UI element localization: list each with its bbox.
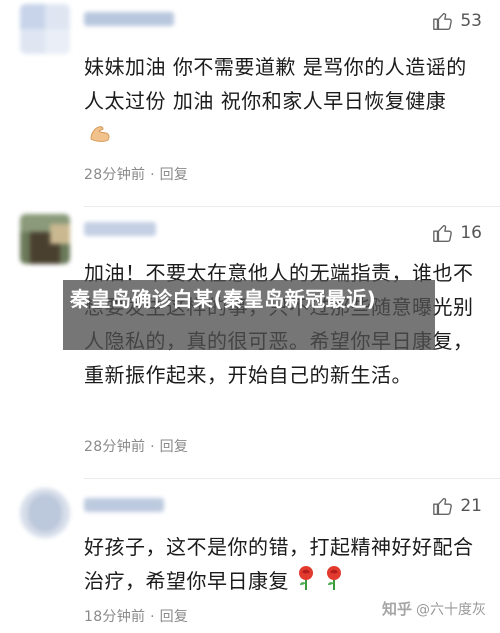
like-button[interactable]: 16 [432,222,482,244]
avatar[interactable] [20,214,70,264]
thumbs-up-icon [433,497,453,515]
rose-icon [295,565,317,601]
comment-meta[interactable]: 18分钟前 · 回复 [84,606,188,626]
like-count: 16 [460,223,482,243]
username-blurred[interactable] [84,498,164,512]
screenshot-page: 53 妹妹加油 你不需要道歉 是骂你的人造谣的人太过份 加油 祝你和家人早日恢复… [0,0,500,633]
divider [84,206,500,207]
like-button[interactable]: 21 [432,495,482,517]
watermark-handle: @六十度灰 [416,601,486,618]
watermark: 知乎 @六十度灰 [382,598,486,619]
rose-icon [323,565,345,601]
thumbs-up-icon [433,12,453,30]
avatar[interactable] [20,4,70,54]
comment-text: 妹妹加油 你不需要道歉 是骂你的人造谣的人太过份 加油 祝你和家人早日恢复健康 [84,50,474,154]
overlay-title: 秦皇岛确诊白某(秦皇岛新冠最近) [70,287,377,311]
like-count: 53 [460,11,482,31]
brand-logo: 知乎 [381,600,412,618]
divider [84,478,500,479]
username-blurred[interactable] [84,12,174,26]
flexed-biceps-icon [88,120,112,154]
comment-text-content: 妹妹加油 你不需要道歉 是骂你的人造谣的人太过份 加油 祝你和家人早日恢复健康 [84,55,467,113]
thumbs-up-icon [433,224,453,242]
like-count: 21 [460,496,482,516]
username-blurred[interactable] [84,222,156,236]
like-button[interactable]: 53 [432,10,482,32]
comment-meta[interactable]: 28分钟前 · 回复 [84,436,188,456]
comment-meta[interactable]: 28分钟前 · 回复 [84,164,188,184]
comment-text: 好孩子，这不是你的错，打起精神好好配合治疗，希望你早日康复 [84,530,474,601]
comment-text-content: 好孩子，这不是你的错，打起精神好好配合治疗，希望你早日康复 [84,535,474,593]
avatar[interactable] [20,488,70,538]
